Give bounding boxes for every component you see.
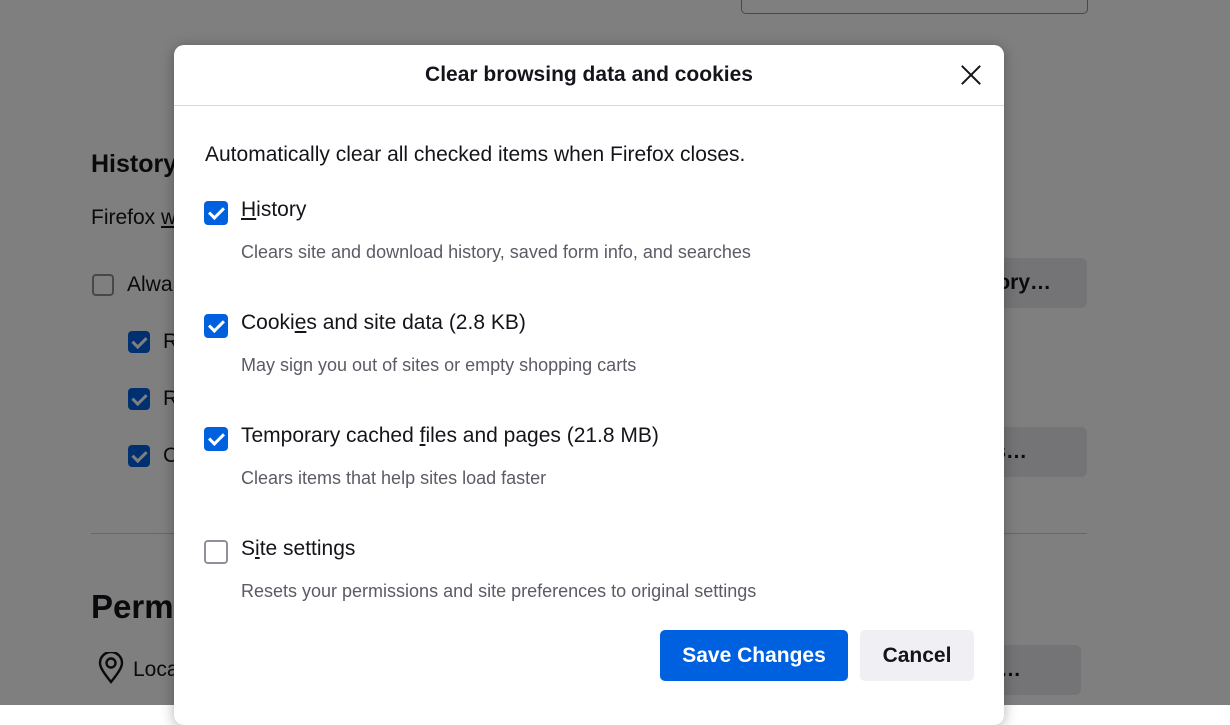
option-description: Clears items that help sites load faster bbox=[241, 468, 547, 488]
option-label[interactable]: Site settings bbox=[241, 537, 355, 561]
label-part: iles and pages (21.8 MB) bbox=[425, 424, 659, 447]
option-description: Clears site and download history, saved … bbox=[241, 242, 751, 262]
cancel-button[interactable]: Cancel bbox=[860, 630, 974, 681]
dialog-title: Clear browsing data and cookies bbox=[425, 63, 753, 86]
dialog-intro: Automatically clear all checked items wh… bbox=[205, 143, 746, 166]
option-description: Resets your permissions and site prefere… bbox=[241, 581, 757, 601]
close-icon[interactable] bbox=[958, 62, 984, 88]
label-part: Cooki bbox=[241, 311, 295, 334]
option-label[interactable]: Temporary cached files and pages (21.8 M… bbox=[241, 424, 659, 448]
label-part: s and site data (2.8 KB) bbox=[306, 311, 526, 334]
label-part: te settings bbox=[259, 537, 356, 560]
label-accesskey: e bbox=[294, 311, 307, 334]
option-label[interactable]: Cookies and site data (2.8 KB) bbox=[241, 311, 526, 335]
save-changes-button[interactable]: Save Changes bbox=[660, 630, 848, 681]
option-label[interactable]: History bbox=[241, 198, 306, 222]
label-part: istory bbox=[256, 198, 307, 221]
cache-checkbox[interactable] bbox=[204, 427, 228, 451]
site-settings-checkbox[interactable] bbox=[204, 540, 228, 564]
clear-data-dialog: Clear browsing data and cookies Automati… bbox=[174, 45, 1004, 725]
cookies-checkbox[interactable] bbox=[204, 314, 228, 338]
label-accesskey: H bbox=[241, 198, 257, 221]
dialog-header: Clear browsing data and cookies bbox=[174, 45, 1004, 106]
history-checkbox[interactable] bbox=[204, 201, 228, 225]
label-part: Temporary cached bbox=[241, 424, 420, 447]
option-description: May sign you out of sites or empty shopp… bbox=[241, 355, 637, 375]
label-part: S bbox=[241, 537, 256, 560]
